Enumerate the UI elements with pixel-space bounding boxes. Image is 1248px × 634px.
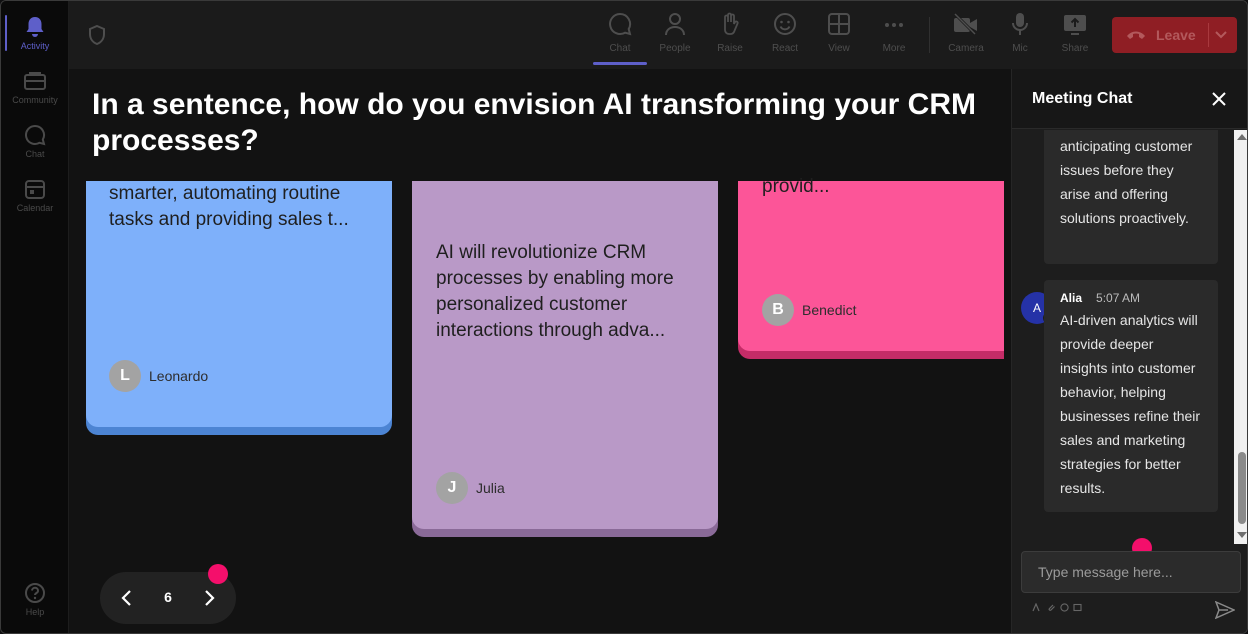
rail-item-activity[interactable]: Activity: [1, 7, 69, 59]
toolbar-label: Camera: [948, 43, 984, 54]
bell-icon: [24, 16, 46, 38]
message-text: anticipating customer issues before they…: [1060, 138, 1193, 226]
attach-icon[interactable]: [1047, 603, 1056, 612]
close-icon[interactable]: [1210, 90, 1228, 108]
toolbar-mic-button[interactable]: Mic: [996, 11, 1044, 61]
app-window: Activity Community Chat Calendar Help Ch…: [0, 0, 1248, 634]
meeting-chat-panel: Meeting Chat anticipating customer issue…: [1011, 69, 1247, 633]
rail-item-label: Community: [12, 94, 58, 105]
input-placeholder: Type message here...: [1038, 564, 1173, 580]
chat-icon: [607, 11, 633, 37]
message-input[interactable]: Type message here...: [1021, 551, 1241, 593]
format-icon[interactable]: [1032, 602, 1041, 612]
toolbar-label: People: [659, 43, 691, 54]
chat-messages: anticipating customer issues before they…: [1012, 130, 1247, 544]
avatar-initial: A: [1032, 301, 1041, 315]
toolbar-people-button[interactable]: People: [651, 11, 699, 61]
chat-scrollbar[interactable]: [1234, 130, 1247, 544]
author-name: Leonardo: [149, 368, 209, 384]
chat-header: Meeting Chat: [1012, 69, 1247, 129]
card-author: J Julia: [436, 472, 505, 504]
rail-item-calendar[interactable]: Calendar: [1, 169, 69, 221]
toolbar-divider: [929, 17, 930, 53]
chat-message: Alia 5:07 AM AI-driven analytics will pr…: [1044, 280, 1218, 512]
shield-icon[interactable]: [87, 24, 107, 46]
toolbar-label: Share: [1061, 43, 1089, 54]
rail-item-label: Calendar: [16, 202, 54, 213]
author-name: Benedict: [802, 302, 857, 318]
question-title: In a sentence, how do you envision AI tr…: [92, 88, 976, 157]
avatar: J: [436, 472, 468, 504]
toolbar-label: Chat: [609, 43, 631, 54]
mic-icon: [1007, 11, 1033, 37]
help-icon: [24, 582, 46, 604]
camera-off-icon: [953, 11, 979, 37]
chevron-down-icon[interactable]: [1214, 27, 1228, 44]
toolbar-chat-button[interactable]: Chat: [593, 11, 647, 65]
left-rail: Activity Community Chat Calendar Help: [1, 1, 69, 633]
gif-icon[interactable]: [1073, 603, 1082, 612]
chat-icon: [24, 124, 46, 146]
toolbar-more-button[interactable]: More: [870, 11, 918, 61]
toolbar-camera-button[interactable]: Camera: [942, 11, 990, 61]
toolbar-label: More: [882, 43, 906, 54]
leave-divider: [1208, 23, 1209, 47]
card-author: B Benedict: [762, 294, 856, 326]
community-icon: [24, 70, 46, 92]
toolbar-react-button[interactable]: React: [761, 11, 809, 61]
rail-item-chat[interactable]: Chat: [1, 115, 69, 167]
message-time: 5:07 AM: [1096, 291, 1141, 305]
rail-item-help[interactable]: Help: [1, 573, 69, 625]
rail-item-label: Help: [25, 606, 45, 617]
message-text: AI-driven analytics will provide deeper …: [1060, 312, 1201, 496]
toolbar-raise-button[interactable]: Raise: [706, 11, 754, 61]
phone-hangup-icon: [1126, 30, 1146, 40]
avatar: B: [762, 294, 794, 326]
scroll-thumb[interactable]: [1238, 452, 1246, 524]
raise-hand-icon: [717, 11, 743, 37]
response-card[interactable]: AI will revolutionize CRM processes by e…: [412, 181, 718, 529]
view-icon: [826, 11, 852, 37]
send-icon[interactable]: [1214, 600, 1236, 620]
meeting-toolbar: Chat People Raise React View More Camera…: [69, 1, 1247, 69]
response-card[interactable]: provid... B Benedict: [738, 176, 1004, 351]
scroll-up-icon[interactable]: [1237, 134, 1247, 140]
share-icon: [1062, 11, 1088, 37]
react-icon: [772, 11, 798, 37]
rail-item-label: Activity: [20, 40, 50, 51]
chat-title: Meeting Chat: [1032, 90, 1133, 107]
calendar-icon: [24, 178, 46, 200]
chevron-right-icon[interactable]: [199, 587, 221, 609]
leave-label: Leave: [1156, 27, 1196, 43]
board-area: In a sentence, how do you envision AI tr…: [69, 69, 1011, 633]
response-card[interactable]: smarter, automating routine tasks and pr…: [86, 181, 392, 427]
message-sender: Alia: [1060, 291, 1083, 305]
leave-button[interactable]: Leave: [1112, 17, 1237, 53]
toolbar-label: View: [828, 43, 850, 54]
toolbar-label: Mic: [1012, 43, 1028, 54]
page-number: 6: [164, 589, 172, 605]
message-meta: Alia 5:07 AM: [1060, 288, 1202, 308]
chat-message: anticipating customer issues before they…: [1044, 130, 1218, 264]
card-author: L Leonardo: [109, 360, 208, 392]
chevron-left-icon[interactable]: [115, 587, 137, 609]
toolbar-share-button[interactable]: Share: [1051, 11, 1099, 61]
people-icon: [662, 11, 688, 37]
card-text: provid...: [762, 176, 830, 197]
rail-item-community[interactable]: Community: [1, 61, 69, 113]
toolbar-view-button[interactable]: View: [815, 11, 863, 61]
toolbar-label: Raise: [717, 43, 743, 54]
emoji-icon[interactable]: [1060, 603, 1069, 612]
card-text: smarter, automating routine tasks and pr…: [109, 183, 349, 230]
card-text: AI will revolutionize CRM processes by e…: [436, 242, 674, 341]
more-icon: [881, 11, 907, 37]
rail-item-label: Chat: [25, 148, 45, 159]
author-name: Julia: [476, 480, 505, 496]
pointer-dot: [208, 564, 228, 584]
toolbar-label: React: [771, 43, 799, 54]
scroll-down-icon[interactable]: [1237, 532, 1247, 538]
avatar: L: [109, 360, 141, 392]
